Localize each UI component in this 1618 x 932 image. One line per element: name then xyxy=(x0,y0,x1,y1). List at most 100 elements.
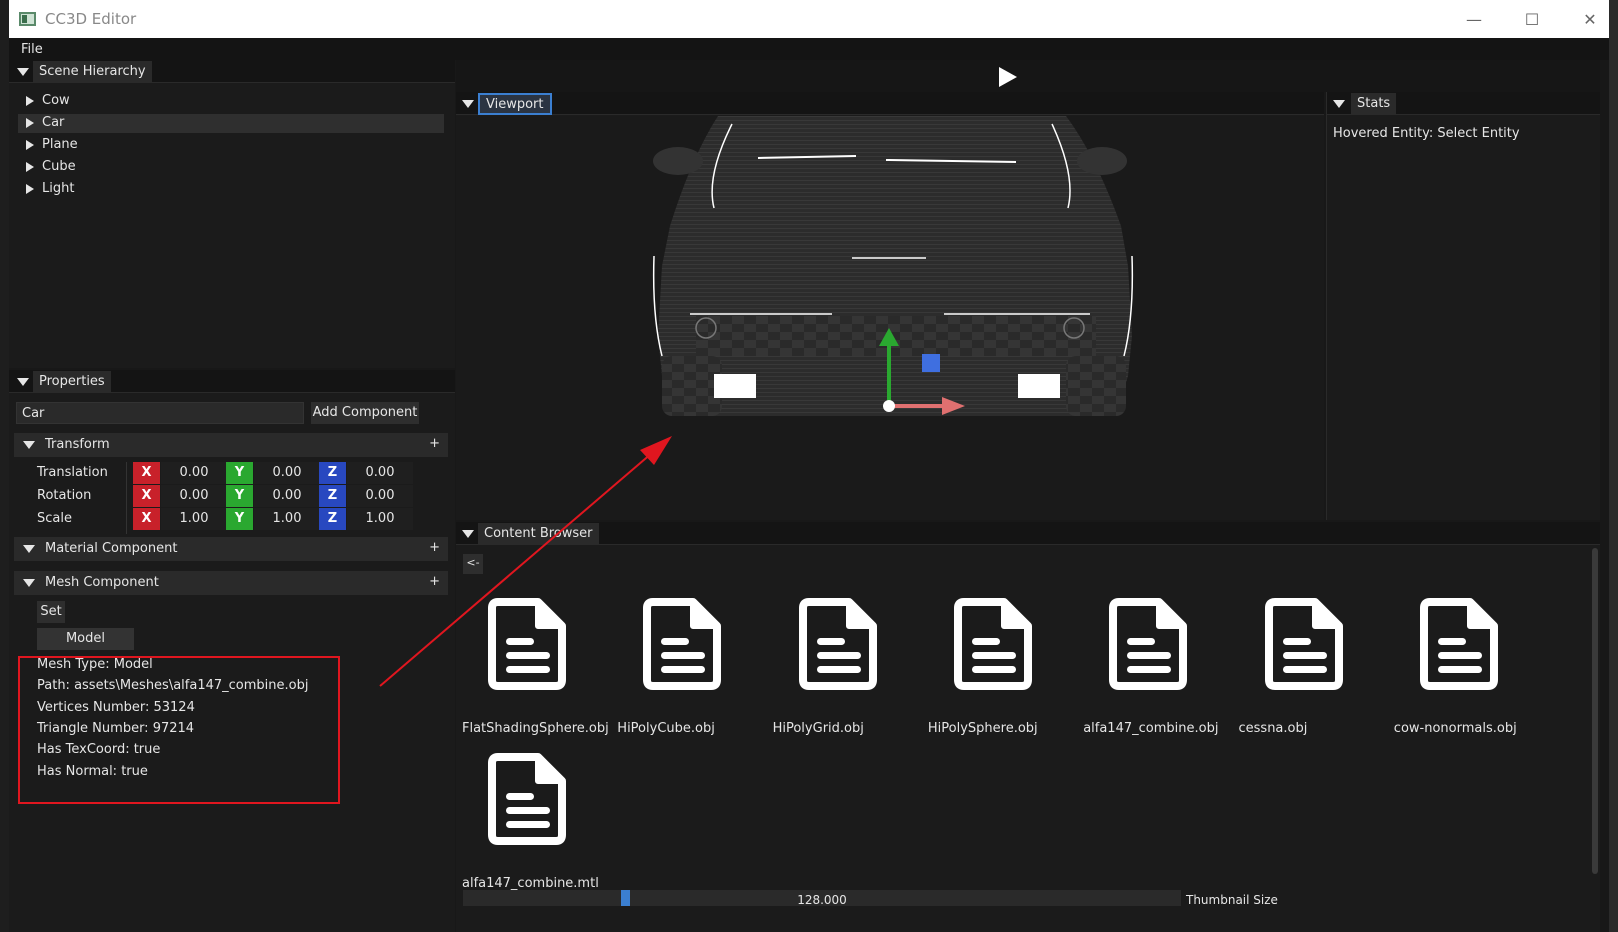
tree-item-cube[interactable]: Cube xyxy=(18,158,444,177)
document-icon[interactable] xyxy=(1264,598,1343,694)
tree-item-label: Cow xyxy=(42,93,70,108)
triangle-right-icon[interactable] xyxy=(26,96,34,106)
material-section-header[interactable]: Material Component + xyxy=(14,537,448,561)
document-icon[interactable] xyxy=(488,753,566,849)
file-item[interactable]: cow-nonormals.obj xyxy=(1394,598,1544,748)
document-icon[interactable] xyxy=(798,598,877,694)
add-component-button[interactable]: Add Component xyxy=(311,402,419,424)
triangle-down-icon[interactable] xyxy=(17,378,29,386)
rotation-x-field[interactable]: 0.00 xyxy=(161,485,227,507)
scene-hierarchy-header: Scene Hierarchy xyxy=(9,60,455,83)
toolbar xyxy=(456,60,1600,92)
tab-content-browser[interactable]: Content Browser xyxy=(478,523,599,545)
tree-item-label: Car xyxy=(42,115,65,130)
document-icon[interactable] xyxy=(488,598,566,694)
properties-header: Properties xyxy=(9,370,455,393)
gizmo-z-handle[interactable] xyxy=(922,354,940,372)
triangle-right-icon[interactable] xyxy=(26,162,34,172)
tree-item-light[interactable]: Light xyxy=(18,180,444,199)
y-reset-button[interactable]: Y xyxy=(226,508,253,530)
file-item[interactable]: alfa147_combine.mtl xyxy=(462,753,612,903)
document-icon[interactable] xyxy=(643,598,722,694)
content-scrollbar-thumb[interactable] xyxy=(1592,548,1598,874)
car-wheel-left xyxy=(662,356,722,416)
tab-scene-hierarchy[interactable]: Scene Hierarchy xyxy=(33,61,152,83)
translation-z-field[interactable]: 0.00 xyxy=(347,462,413,484)
scene-hierarchy-panel: Scene Hierarchy Cow Car Plane Cube Light xyxy=(9,60,455,368)
minimize-button[interactable]: — xyxy=(1445,0,1503,38)
tree-item-car[interactable]: Car xyxy=(18,114,444,133)
scale-y-field[interactable]: 1.00 xyxy=(254,508,320,530)
tab-viewport[interactable]: Viewport xyxy=(478,93,552,115)
viewport-canvas[interactable] xyxy=(456,116,1324,520)
annotation-highlight-box xyxy=(18,656,340,804)
rotation-y-field[interactable]: 0.00 xyxy=(254,485,320,507)
set-mesh-button[interactable]: Set xyxy=(37,601,65,623)
stats-panel: Stats Hovered Entity: Select Entity xyxy=(1326,92,1600,520)
file-name: alfa147_combine.mtl xyxy=(462,876,599,891)
triangle-right-icon[interactable] xyxy=(26,184,34,194)
back-button[interactable]: <- xyxy=(463,554,483,574)
triangle-down-icon xyxy=(23,545,35,553)
triangle-down-icon[interactable] xyxy=(1333,100,1345,108)
triangle-down-icon[interactable] xyxy=(17,68,29,76)
z-reset-button[interactable]: Z xyxy=(319,508,346,530)
car-model xyxy=(652,116,1134,416)
x-reset-button[interactable]: X xyxy=(133,485,160,507)
mesh-add-button[interactable]: + xyxy=(429,574,440,589)
y-reset-button[interactable]: Y xyxy=(226,485,253,507)
mesh-type-combo[interactable]: Model xyxy=(37,628,134,650)
material-add-button[interactable]: + xyxy=(429,540,440,555)
transform-section-header[interactable]: Transform + xyxy=(14,433,448,457)
triangle-down-icon[interactable] xyxy=(462,530,474,538)
tree-item-cow[interactable]: Cow xyxy=(18,92,444,111)
car-mirror-right xyxy=(1077,147,1127,175)
car-mirror-left xyxy=(653,147,703,175)
file-item[interactable]: HiPolyCube.obj xyxy=(617,598,767,748)
y-reset-button[interactable]: Y xyxy=(226,462,253,484)
transform-add-button[interactable]: + xyxy=(429,436,440,451)
properties-panel: Properties Add Component Transform + Tra… xyxy=(9,370,455,932)
play-icon[interactable] xyxy=(999,67,1017,87)
tab-stats[interactable]: Stats xyxy=(1351,93,1397,115)
car-brake-right xyxy=(1018,374,1060,398)
car-wheel-right xyxy=(1066,356,1126,416)
triangle-down-icon[interactable] xyxy=(462,100,474,108)
document-icon[interactable] xyxy=(1419,598,1498,694)
close-button[interactable]: ✕ xyxy=(1561,0,1618,38)
z-reset-button[interactable]: Z xyxy=(319,462,346,484)
app-icon xyxy=(19,12,36,26)
triangle-right-icon[interactable] xyxy=(26,140,34,150)
tree-item-label: Cube xyxy=(42,159,76,174)
z-reset-button[interactable]: Z xyxy=(319,485,346,507)
mesh-section-header[interactable]: Mesh Component + xyxy=(14,571,448,595)
tree-item-plane[interactable]: Plane xyxy=(18,136,444,155)
material-title: Material Component xyxy=(45,541,178,556)
triangle-down-icon xyxy=(23,579,35,587)
scale-z-field[interactable]: 1.00 xyxy=(347,508,413,530)
file-item[interactable]: cessna.obj xyxy=(1239,598,1389,748)
file-item[interactable]: alfa147_combine.obj xyxy=(1083,598,1233,748)
scale-x-field[interactable]: 1.00 xyxy=(161,508,227,530)
window-title: CC3D Editor xyxy=(45,10,137,28)
desktop-background-right xyxy=(1609,0,1618,932)
x-reset-button[interactable]: X xyxy=(133,462,160,484)
file-item[interactable]: HiPolyGrid.obj xyxy=(773,598,923,748)
x-reset-button[interactable]: X xyxy=(133,508,160,530)
file-item[interactable]: HiPolySphere.obj xyxy=(928,598,1078,748)
file-item[interactable]: FlatShadingSphere.obj xyxy=(462,598,612,748)
rotation-z-field[interactable]: 0.00 xyxy=(347,485,413,507)
translation-x-field[interactable]: 0.00 xyxy=(161,462,227,484)
thumbnail-size-slider[interactable]: 128.000 xyxy=(463,890,1181,907)
title-bar[interactable]: CC3D Editor — ☐ ✕ xyxy=(9,0,1609,38)
tab-properties[interactable]: Properties xyxy=(33,371,111,393)
document-icon[interactable] xyxy=(1109,598,1188,694)
document-icon[interactable] xyxy=(953,598,1032,694)
file-name: alfa147_combine.obj xyxy=(1083,721,1219,736)
gizmo-origin[interactable] xyxy=(883,400,895,412)
maximize-button[interactable]: ☐ xyxy=(1503,0,1561,38)
triangle-right-icon[interactable] xyxy=(26,118,34,128)
translation-y-field[interactable]: 0.00 xyxy=(254,462,320,484)
menu-file[interactable]: File xyxy=(21,42,43,57)
entity-name-input[interactable] xyxy=(16,402,304,424)
